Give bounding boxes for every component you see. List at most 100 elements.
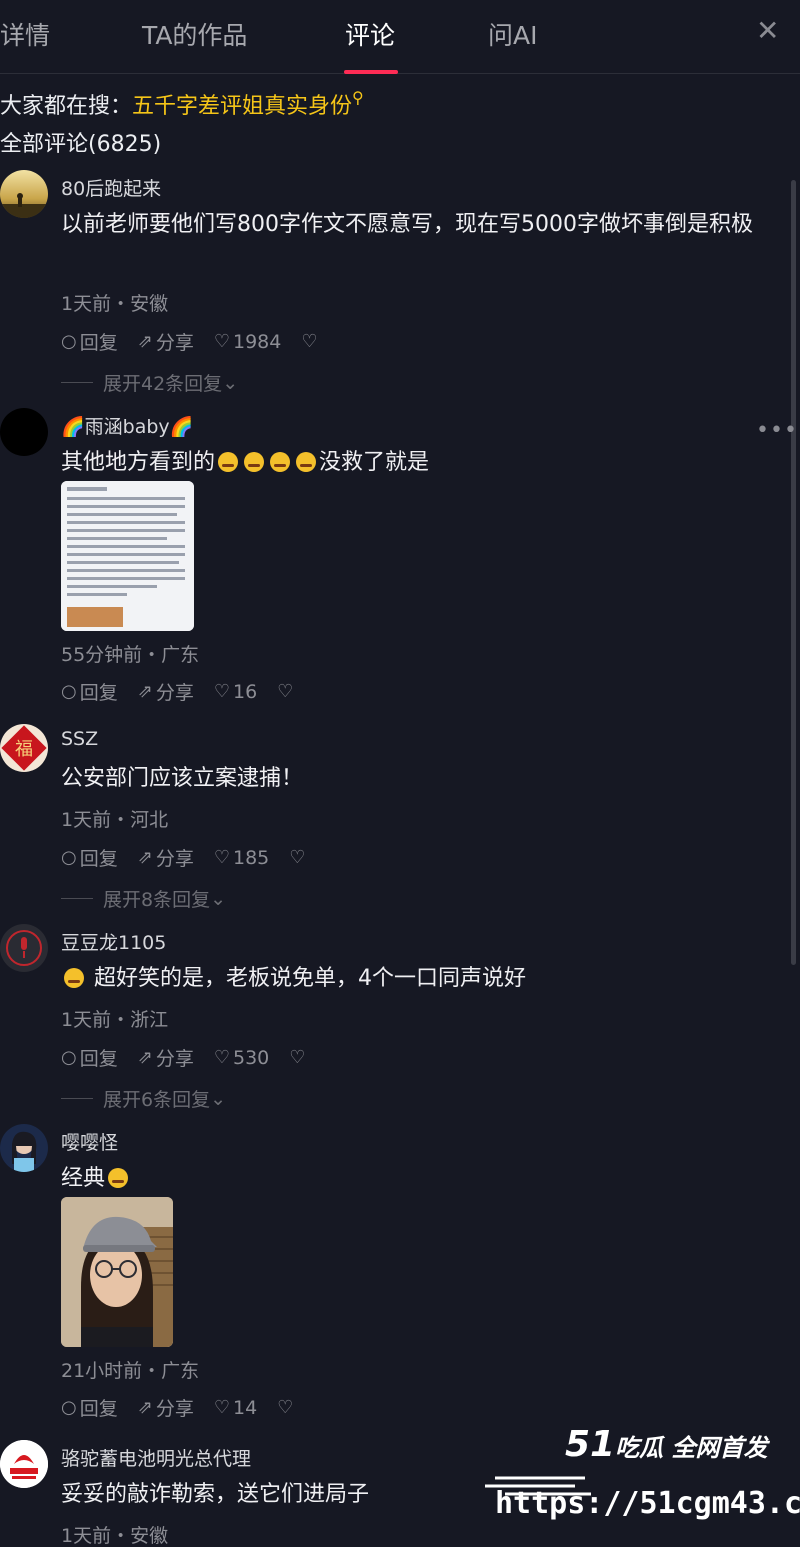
broken-heart-icon: ♡ [277,1397,294,1418]
username[interactable]: 豆豆龙1105 [61,928,166,955]
expand-replies[interactable]: 展开42条回复 ⌄ [61,369,238,396]
svg-text:福: 福 [15,739,33,760]
username[interactable]: 80后跑起来 [61,174,161,201]
avatar[interactable] [0,924,48,972]
comment-actions: ○ 回复 ⇗ 分享 ♡ 530 ♡ [61,1044,328,1071]
watermark-title: 51吃瓜 全网首发 [565,1424,767,1465]
share-button[interactable]: ⇗ 分享 [138,678,194,705]
dislike-button[interactable]: ♡ [277,1397,296,1418]
comment-text-part: 超好笑的是，老板说免单，4个一口同声说好 [94,966,526,991]
reply-button[interactable]: ○ 回复 [61,844,118,871]
top-tab-bar: 详情 TA的作品 评论 问AI ✕ [0,0,800,74]
comment-text-part: 没救了就是 [319,450,430,475]
comment-meta: 55分钟前・广东 [61,644,200,666]
reply-icon: ○ [61,1047,77,1068]
heart-icon: ♡ [213,1397,230,1418]
comment-image[interactable] [61,1197,173,1347]
share-button[interactable]: ⇗ 分享 [138,328,194,355]
broken-heart-icon: ♡ [301,331,318,352]
expand-replies[interactable]: 展开6条回复 ⌄ [61,1085,226,1112]
like-button[interactable]: ♡ 16 [214,681,257,703]
share-icon: ⇗ [137,681,153,702]
share-button[interactable]: ⇗ 分享 [138,844,194,871]
username[interactable]: SSZ [61,728,98,750]
share-label: 分享 [155,1048,194,1070]
avatar[interactable] [0,408,48,456]
divider [61,382,93,383]
trending-search: 大家都在搜：五千字差评姐真实身份⚲ [0,88,364,120]
comment-meta: 1天前・安徽 [61,293,169,315]
close-icon[interactable]: ✕ [756,14,779,47]
username[interactable]: 嘤嘤怪 [61,1128,118,1155]
comment-text: 公安部门应该立案逮捕！ [61,766,304,791]
avatar[interactable] [0,1124,48,1172]
heart-icon: ♡ [213,847,230,868]
like-count: 185 [232,846,270,869]
heart-icon: ♡ [213,1047,230,1068]
share-label: 分享 [155,332,194,354]
more-options-icon[interactable]: ••• [756,418,798,443]
crying-emoji-icon [244,452,265,472]
share-icon: ⇗ [137,1047,153,1068]
comment-meta: 1天前・河北 [61,809,169,831]
tab-works[interactable]: TA的作品 [142,16,247,52]
tab-comments[interactable]: 评论 [345,16,395,52]
chevron-down-icon: ⌄ [210,887,227,910]
comment-text-part: 经典 [61,1166,106,1191]
watermark: 51吃瓜 全网首发 https://51cgm43.com [485,1424,800,1536]
avatar[interactable]: 福 [0,724,48,772]
heart-icon: ♡ [213,331,230,352]
avatar[interactable] [0,170,48,218]
reply-button[interactable]: ○ 回复 [61,1394,118,1421]
username[interactable]: 骆驼蓄电池明光总代理 [61,1444,251,1471]
comment-text: 经典 [61,1160,761,1198]
grimacing-emoji-icon [108,1168,129,1188]
tab-details[interactable]: 详情 [0,16,50,52]
dislike-button[interactable]: ♡ [289,847,308,868]
watermark-url: https://51cgm43.com [495,1486,800,1521]
share-icon: ⇗ [137,331,153,352]
like-button[interactable]: ♡ 185 [214,847,269,869]
dislike-button[interactable]: ♡ [301,331,320,352]
share-button[interactable]: ⇗ 分享 [138,1394,194,1421]
comment-actions: ○ 回复 ⇗ 分享 ♡ 16 ♡ [61,678,316,705]
reply-label: 回复 [79,1048,118,1070]
comment-text: 超好笑的是，老板说免单，4个一口同声说好 [61,960,761,998]
crying-emoji-icon [218,452,239,472]
comment-text: 其他地方看到的 没救了就是 [61,444,761,482]
trending-search-label: 大家都在搜： [0,94,133,119]
share-label: 分享 [155,1398,194,1420]
reply-label: 回复 [79,1398,118,1420]
comment-actions: ○ 回复 ⇗ 分享 ♡ 185 ♡ [61,844,328,871]
like-button[interactable]: ♡ 1984 [214,331,282,353]
like-button[interactable]: ♡ 14 [214,1397,257,1419]
dislike-button[interactable]: ♡ [289,1047,308,1068]
username[interactable]: 🌈雨涵baby🌈 [61,412,193,439]
comment-actions: ○ 回复 ⇗ 分享 ♡ 14 ♡ [61,1394,316,1421]
crying-emoji-icon [296,452,317,472]
comment-text: 以前老师要他们写800字作文不愿意写，现在写5000字做坏事倒是积极 [61,212,753,237]
broken-heart-icon: ♡ [289,847,306,868]
avatar[interactable] [0,1440,48,1488]
tab-ask-ai[interactable]: 问AI [488,16,537,52]
like-count: 14 [232,1396,258,1419]
search-icon[interactable]: ⚲ [352,88,364,107]
share-icon: ⇗ [137,847,153,868]
reply-button[interactable]: ○ 回复 [61,328,118,355]
reply-label: 回复 [79,848,118,870]
comment-image[interactable] [61,481,194,631]
scrollbar[interactable] [791,180,796,965]
share-button[interactable]: ⇗ 分享 [138,1044,194,1071]
expand-replies-label: 展开6条回复 [103,1089,211,1111]
laughing-emoji-icon [64,968,84,988]
divider [61,898,93,899]
reply-icon: ○ [61,681,77,702]
expand-replies[interactable]: 展开8条回复 ⌄ [61,885,226,912]
reply-icon: ○ [61,1397,77,1418]
reply-button[interactable]: ○ 回复 [61,1044,118,1071]
like-button[interactable]: ♡ 530 [214,1047,269,1069]
share-label: 分享 [155,682,194,704]
trending-search-query[interactable]: 五千字差评姐真实身份 [132,94,352,119]
reply-button[interactable]: ○ 回复 [61,678,118,705]
dislike-button[interactable]: ♡ [277,681,296,702]
